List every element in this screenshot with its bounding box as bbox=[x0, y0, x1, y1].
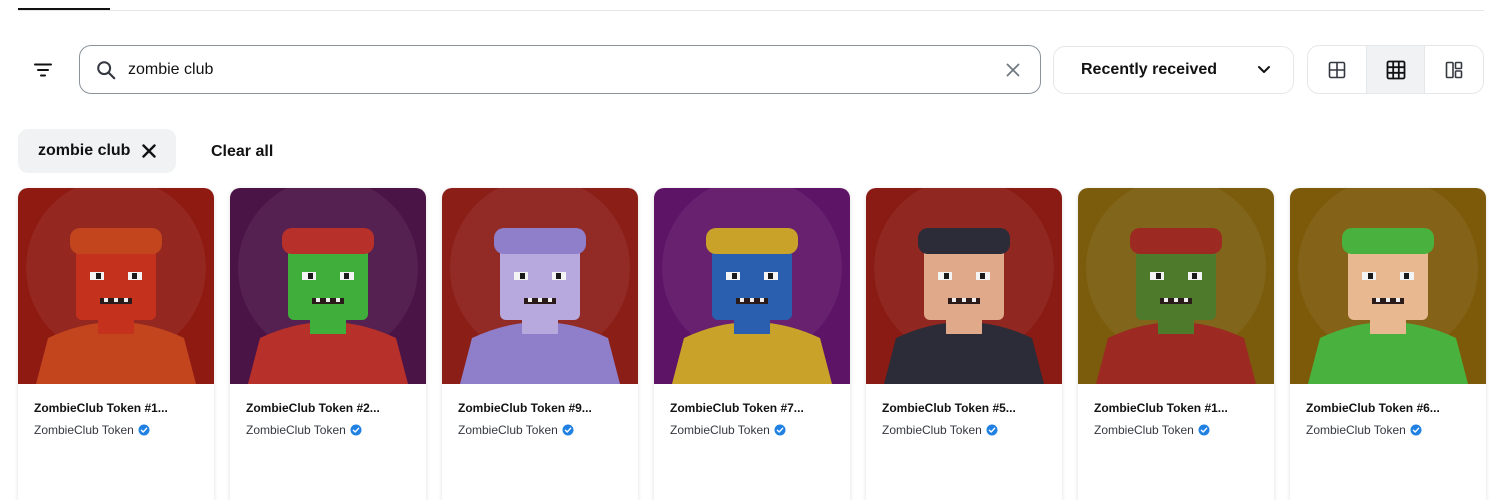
nft-title: ZombieClub Token #6... bbox=[1306, 401, 1440, 415]
verified-badge-icon bbox=[562, 424, 574, 436]
search-icon bbox=[94, 58, 118, 82]
nft-title: ZombieClub Token #5... bbox=[882, 401, 1016, 415]
filter-lines-icon bbox=[34, 63, 52, 77]
nft-card[interactable]: ZombieClub Token #1... ZombieClub Token bbox=[18, 188, 214, 500]
nft-card[interactable]: ZombieClub Token #7... ZombieClub Token bbox=[654, 188, 850, 500]
masonry-layout-icon bbox=[1445, 61, 1463, 78]
collection-name-row[interactable]: ZombieClub Token bbox=[670, 423, 834, 437]
nft-image bbox=[18, 188, 214, 384]
collection-name: ZombieClub Token bbox=[1094, 423, 1194, 437]
collection-name: ZombieClub Token bbox=[458, 423, 558, 437]
nft-title: ZombieClub Token #9... bbox=[458, 401, 592, 415]
verified-badge-icon bbox=[986, 424, 998, 436]
collection-name: ZombieClub Token bbox=[882, 423, 982, 437]
view-mode-toggle bbox=[1307, 45, 1484, 94]
collection-name: ZombieClub Token bbox=[34, 423, 134, 437]
chevron-down-icon bbox=[1258, 66, 1270, 73]
close-icon[interactable] bbox=[142, 144, 157, 158]
collection-name-row[interactable]: ZombieClub Token bbox=[246, 423, 410, 437]
filter-chip-label: zombie club bbox=[38, 142, 131, 159]
tab-bar-divider bbox=[18, 10, 1484, 11]
collection-name-row[interactable]: ZombieClub Token bbox=[1094, 423, 1258, 437]
nft-grid: ZombieClub Token #1... ZombieClub Token … bbox=[18, 188, 1486, 500]
clear-all-filters-button[interactable]: Clear all bbox=[211, 143, 273, 161]
clear-search-button[interactable] bbox=[1000, 57, 1026, 83]
nft-image bbox=[654, 188, 850, 384]
nft-image bbox=[442, 188, 638, 384]
nft-image bbox=[230, 188, 426, 384]
nft-image bbox=[1078, 188, 1274, 384]
filter-chip[interactable]: zombie club bbox=[18, 129, 177, 173]
verified-badge-icon bbox=[1410, 424, 1422, 436]
nft-card[interactable]: ZombieClub Token #5... ZombieClub Token bbox=[866, 188, 1062, 500]
active-tab-indicator bbox=[18, 8, 110, 10]
nft-title: ZombieClub Token #1... bbox=[34, 401, 168, 415]
nft-card[interactable]: ZombieClub Token #1... ZombieClub Token bbox=[1078, 188, 1274, 500]
masonry-view-button[interactable] bbox=[1425, 46, 1483, 93]
small-grid-icon bbox=[1386, 60, 1405, 79]
nft-card[interactable]: ZombieClub Token #6... ZombieClub Token bbox=[1290, 188, 1486, 500]
collection-name: ZombieClub Token bbox=[246, 423, 346, 437]
search-input[interactable] bbox=[128, 60, 1000, 79]
nft-title: ZombieClub Token #7... bbox=[670, 401, 804, 415]
search-bar bbox=[79, 45, 1041, 94]
nft-card[interactable]: ZombieClub Token #2... ZombieClub Token bbox=[230, 188, 426, 500]
verified-badge-icon bbox=[1198, 424, 1210, 436]
sort-dropdown[interactable]: Recently received bbox=[1053, 46, 1294, 94]
nft-title: ZombieClub Token #1... bbox=[1094, 401, 1228, 415]
sort-label: Recently received bbox=[1081, 61, 1218, 78]
large-grid-view-button[interactable] bbox=[1308, 46, 1367, 93]
collection-name: ZombieClub Token bbox=[1306, 423, 1406, 437]
verified-badge-icon bbox=[138, 424, 150, 436]
nft-image bbox=[866, 188, 1062, 384]
collection-name-row[interactable]: ZombieClub Token bbox=[34, 423, 198, 437]
collection-name: ZombieClub Token bbox=[670, 423, 770, 437]
nft-title: ZombieClub Token #2... bbox=[246, 401, 380, 415]
verified-badge-icon bbox=[350, 424, 362, 436]
verified-badge-icon bbox=[774, 424, 786, 436]
filter-toggle-button[interactable] bbox=[26, 54, 60, 86]
small-grid-view-button[interactable] bbox=[1366, 46, 1426, 93]
collection-name-row[interactable]: ZombieClub Token bbox=[1306, 423, 1470, 437]
close-icon bbox=[1006, 63, 1020, 76]
nft-image bbox=[1290, 188, 1486, 384]
large-grid-icon bbox=[1328, 61, 1346, 78]
collection-name-row[interactable]: ZombieClub Token bbox=[882, 423, 1046, 437]
nft-card[interactable]: ZombieClub Token #9... ZombieClub Token bbox=[442, 188, 638, 500]
collection-name-row[interactable]: ZombieClub Token bbox=[458, 423, 622, 437]
